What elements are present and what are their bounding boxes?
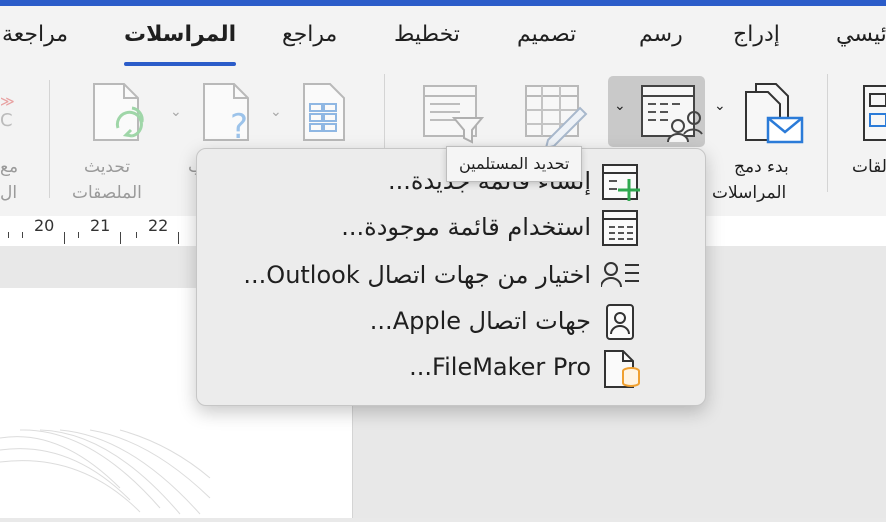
edit-recipients-icon bbox=[525, 85, 588, 146]
tab-references[interactable]: مراجع bbox=[282, 22, 337, 47]
left-cut-label-1: مع bbox=[0, 157, 19, 177]
start-mail-merge-label-1: بدء دمج bbox=[734, 157, 789, 177]
tab-mailings[interactable]: المراسلات bbox=[124, 22, 236, 47]
menu-item-label: جهات اتصال Apple... bbox=[369, 307, 591, 335]
menu-item-label: استخدام قائمة موجودة... bbox=[341, 213, 591, 241]
menu-item-existing-list[interactable]: استخدام قائمة موجودة... bbox=[209, 207, 679, 251]
start-mail-merge-icon bbox=[745, 83, 804, 144]
outlook-contacts-icon bbox=[601, 262, 639, 288]
labels-icon bbox=[863, 85, 886, 141]
select-recipients-menu: إنشاء قائمة جديدة... استخدام قائمة موجود… bbox=[196, 148, 706, 406]
labels-label: لقات bbox=[852, 157, 886, 177]
tab-insert[interactable]: إدراج bbox=[733, 22, 780, 47]
select-recipients-icon bbox=[641, 85, 703, 143]
menu-item-label: FileMaker Pro... bbox=[409, 353, 591, 381]
menu-item-new-list[interactable]: إنشاء قائمة جديدة... bbox=[209, 161, 679, 205]
update-labels-icon bbox=[93, 83, 144, 141]
match-fields-icon bbox=[303, 83, 345, 141]
filemaker-icon bbox=[604, 350, 640, 388]
ribbon-separator bbox=[384, 74, 385, 150]
apple-contacts-icon bbox=[606, 304, 634, 340]
tab-review[interactable]: مراجعة bbox=[2, 22, 68, 47]
chevron-down-icon[interactable]: ⌄ bbox=[270, 104, 282, 120]
tab-design[interactable]: تصميم bbox=[517, 22, 576, 47]
partial-faded-icon: ≫ C bbox=[0, 94, 15, 131]
menu-item-apple-contacts[interactable]: جهات اتصال Apple... bbox=[209, 301, 679, 345]
ribbon-separator bbox=[827, 74, 828, 192]
menu-item-label: اختيار من جهات اتصال Outlook... bbox=[243, 261, 591, 289]
ruler-number: 22 bbox=[148, 216, 169, 235]
menu-item-filemaker[interactable]: FileMaker Pro... bbox=[209, 347, 679, 391]
select-recipients-tooltip: تحديد المستلمين bbox=[446, 146, 583, 182]
menu-item-outlook-contacts[interactable]: اختيار من جهات اتصال Outlook... bbox=[209, 255, 679, 299]
ruler-number: 20 bbox=[34, 216, 55, 235]
update-labels-label-2: الملصقات bbox=[72, 183, 142, 203]
tab-home[interactable]: ئيسي bbox=[836, 22, 886, 47]
ruler-number: 21 bbox=[90, 216, 111, 235]
chevron-down-icon[interactable]: ⌄ bbox=[614, 98, 626, 114]
start-mail-merge-label-2: المراسلات bbox=[712, 183, 787, 203]
svg-text:C: C bbox=[0, 110, 13, 131]
update-labels-label-1: تحديث bbox=[84, 157, 131, 177]
svg-text:?: ? bbox=[230, 107, 248, 146]
svg-text:≫: ≫ bbox=[0, 94, 15, 110]
existing-list-icon bbox=[602, 210, 638, 246]
rules-document-icon: ? bbox=[203, 83, 249, 146]
left-cut-label-2: ال bbox=[0, 183, 18, 203]
chevron-down-icon[interactable]: ⌄ bbox=[714, 98, 726, 114]
ribbon-tab-bar: مراجعة المراسلات مراجع تخطيط تصميم رسم إ… bbox=[0, 6, 886, 68]
filter-recipients-icon bbox=[423, 85, 484, 144]
tab-draw[interactable]: رسم bbox=[639, 22, 683, 47]
tab-layout[interactable]: تخطيط bbox=[394, 22, 460, 47]
ribbon-separator bbox=[49, 80, 50, 198]
new-list-icon bbox=[602, 164, 640, 201]
active-tab-indicator bbox=[124, 62, 236, 66]
chevron-down-icon[interactable]: ⌄ bbox=[170, 104, 182, 120]
